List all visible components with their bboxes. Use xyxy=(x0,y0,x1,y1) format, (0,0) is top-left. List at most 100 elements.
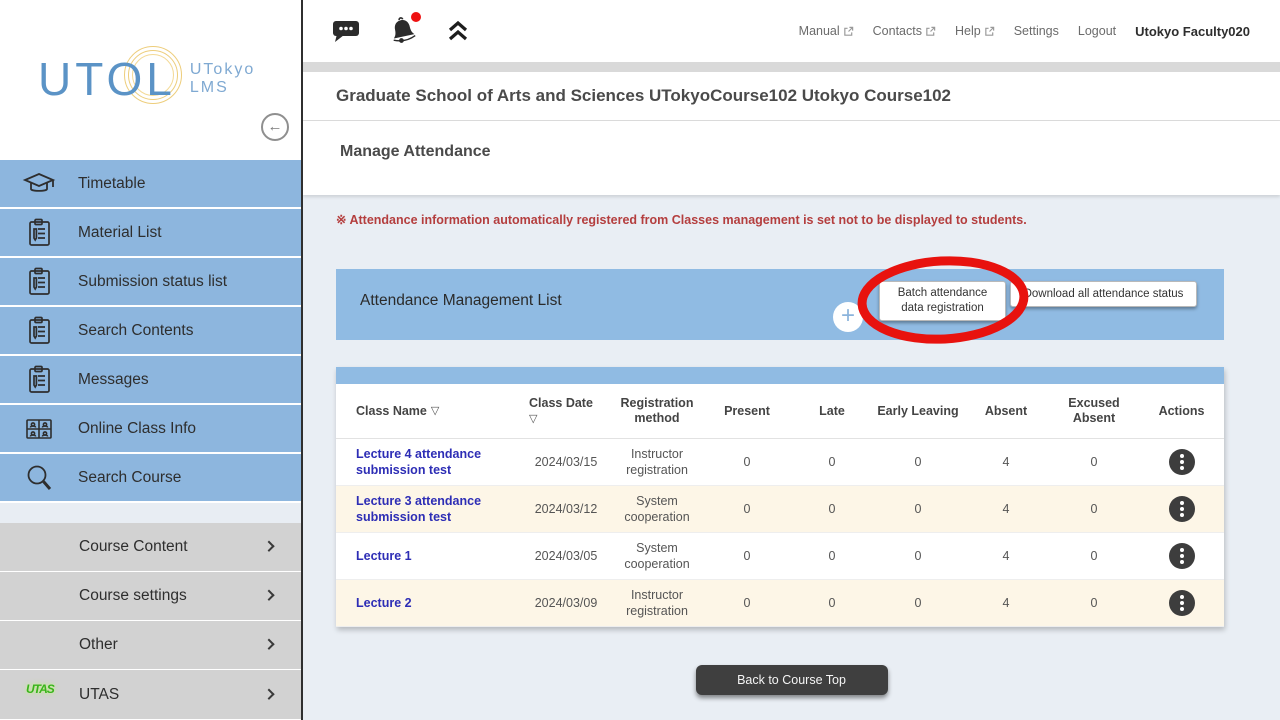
chat-icon[interactable] xyxy=(331,17,361,45)
row-actions-kebab-icon[interactable] xyxy=(1169,496,1195,522)
course-header: Graduate School of Arts and Sciences UTo… xyxy=(303,72,1280,121)
sidebar-item-course-content[interactable]: Course Content xyxy=(0,523,301,572)
topbar-icons xyxy=(331,15,471,47)
column-header-absent: Absent xyxy=(963,384,1049,438)
table-row: Lecture 1 2024/03/05 System cooperation … xyxy=(336,533,1224,580)
sidebar-item-label: Other xyxy=(79,636,118,654)
batch-attendance-registration-button[interactable]: Batch attendance data registration xyxy=(879,281,1006,321)
manual-link[interactable]: Manual xyxy=(799,24,854,38)
sidebar: UTOL UTokyo LMS ← Timetable xyxy=(0,0,301,720)
sidebar-item-timetable[interactable]: Timetable xyxy=(0,160,301,209)
contacts-link[interactable]: Contacts xyxy=(873,24,936,38)
magnifier-icon xyxy=(0,463,78,493)
sidebar-item-label: Messages xyxy=(78,371,149,389)
external-link-icon xyxy=(925,26,936,37)
class-date: 2024/03/09 xyxy=(521,591,611,615)
column-header-class-name[interactable]: Class Name ▽ xyxy=(336,384,521,438)
present-count: 0 xyxy=(703,450,791,474)
late-count: 0 xyxy=(791,497,873,521)
sidebar-item-messages[interactable]: Messages xyxy=(0,356,301,405)
back-to-course-top-button[interactable]: Back to Course Top xyxy=(696,665,888,695)
registration-method: Instructor registration xyxy=(611,583,703,623)
clipboard-icon xyxy=(0,316,78,346)
class-name-link[interactable]: Lecture 4 attendance submission test xyxy=(336,442,521,482)
row-actions-kebab-icon[interactable] xyxy=(1169,590,1195,616)
content-area: ※ Attendance information automatically r… xyxy=(303,195,1280,720)
row-actions-kebab-icon[interactable] xyxy=(1169,543,1195,569)
logout-link[interactable]: Logout xyxy=(1078,24,1116,38)
early-leaving-count: 0 xyxy=(873,497,963,521)
excused-absent-count: 0 xyxy=(1049,544,1139,568)
class-date: 2024/03/12 xyxy=(521,497,611,521)
early-leaving-count: 0 xyxy=(873,544,963,568)
topbar: Manual Contacts Help Settings Logout Uto… xyxy=(303,0,1280,62)
excused-absent-count: 0 xyxy=(1049,450,1139,474)
absent-count: 4 xyxy=(963,591,1049,615)
notification-badge xyxy=(411,12,421,22)
download-all-attendance-button[interactable]: Download all attendance status xyxy=(1010,281,1197,307)
column-header-excused-absent: Excused Absent xyxy=(1049,384,1139,438)
column-header-class-date[interactable]: Class Date ▽ xyxy=(521,384,611,438)
utas-logo-icon: UTAS xyxy=(26,682,54,696)
user-name: Utokyo Faculty020 xyxy=(1135,24,1250,39)
registration-method: System cooperation xyxy=(611,489,703,529)
logo-text: UTOL xyxy=(38,52,176,106)
sidebar-divider xyxy=(301,0,303,720)
sidebar-item-online-class-info[interactable]: Online Class Info xyxy=(0,405,301,454)
sort-icon[interactable]: ▽ xyxy=(431,404,439,419)
sidebar-item-submission-status-list[interactable]: Submission status list xyxy=(0,258,301,307)
graduation-cap-icon xyxy=(0,171,78,197)
sidebar-item-label: Search Contents xyxy=(78,322,193,340)
class-date: 2024/03/15 xyxy=(521,450,611,474)
help-link[interactable]: Help xyxy=(955,24,995,38)
sidebar-item-label: Search Course xyxy=(78,469,181,487)
sidebar-item-label: UTAS xyxy=(79,686,119,704)
clipboard-icon xyxy=(0,365,78,395)
class-name-link[interactable]: Lecture 2 xyxy=(336,591,521,615)
notification-bell-icon[interactable] xyxy=(387,15,419,47)
sidebar-item-other[interactable]: Other xyxy=(0,621,301,670)
clipboard-icon xyxy=(0,218,78,248)
sidebar-item-label: Course settings xyxy=(79,587,187,605)
excused-absent-count: 0 xyxy=(1049,591,1139,615)
column-header-actions: Actions xyxy=(1139,384,1224,438)
table-row: Lecture 4 attendance submission test 202… xyxy=(336,439,1224,486)
settings-link[interactable]: Settings xyxy=(1014,24,1059,38)
row-actions-kebab-icon[interactable] xyxy=(1169,449,1195,475)
column-header-registration-method: Registration method xyxy=(611,384,703,438)
early-leaving-count: 0 xyxy=(873,591,963,615)
sidebar-item-utas[interactable]: UTAS UTAS xyxy=(0,670,301,720)
sidebar-item-course-settings[interactable]: Course settings xyxy=(0,572,301,621)
late-count: 0 xyxy=(791,591,873,615)
collapse-topbar-icon[interactable] xyxy=(445,19,471,43)
sidebar-item-search-course[interactable]: Search Course xyxy=(0,454,301,503)
app-window: UTOL UTokyo LMS ← Timetable xyxy=(0,0,1280,720)
absent-count: 4 xyxy=(963,450,1049,474)
late-count: 0 xyxy=(791,450,873,474)
panel-title: Attendance Management List xyxy=(360,292,562,310)
column-header-early-leaving: Early Leaving xyxy=(873,384,963,438)
video-grid-icon xyxy=(0,417,78,441)
class-name-link[interactable]: Lecture 1 xyxy=(336,544,521,568)
sidebar-section-gap xyxy=(0,503,301,523)
utol-logo: UTOL UTokyo LMS xyxy=(38,52,255,106)
sidebar-item-material-list[interactable]: Material List xyxy=(0,209,301,258)
early-leaving-count: 0 xyxy=(873,450,963,474)
registration-method: System cooperation xyxy=(611,536,703,576)
sidebar-item-search-contents[interactable]: Search Contents xyxy=(0,307,301,356)
sidebar-collapse-button[interactable]: ← xyxy=(261,113,289,141)
add-attendance-button[interactable]: + xyxy=(833,302,863,332)
sidebar-item-label: Material List xyxy=(78,224,162,242)
attendance-table: Class Name ▽ Class Date ▽ Registration m… xyxy=(336,367,1224,627)
absent-count: 4 xyxy=(963,544,1049,568)
class-name-link[interactable]: Lecture 3 attendance submission test xyxy=(336,489,521,529)
sort-icon[interactable]: ▽ xyxy=(529,412,607,427)
present-count: 0 xyxy=(703,591,791,615)
sidebar-item-label: Online Class Info xyxy=(78,420,196,438)
chevron-right-icon xyxy=(263,688,274,699)
class-date: 2024/03/05 xyxy=(521,544,611,568)
table-row: Lecture 2 2024/03/09 Instructor registra… xyxy=(336,580,1224,627)
table-header-row: Class Name ▽ Class Date ▽ Registration m… xyxy=(336,384,1224,439)
sidebar-item-label: Submission status list xyxy=(78,273,227,291)
attendance-panel-header: Attendance Management List + Batch atten… xyxy=(336,269,1224,340)
